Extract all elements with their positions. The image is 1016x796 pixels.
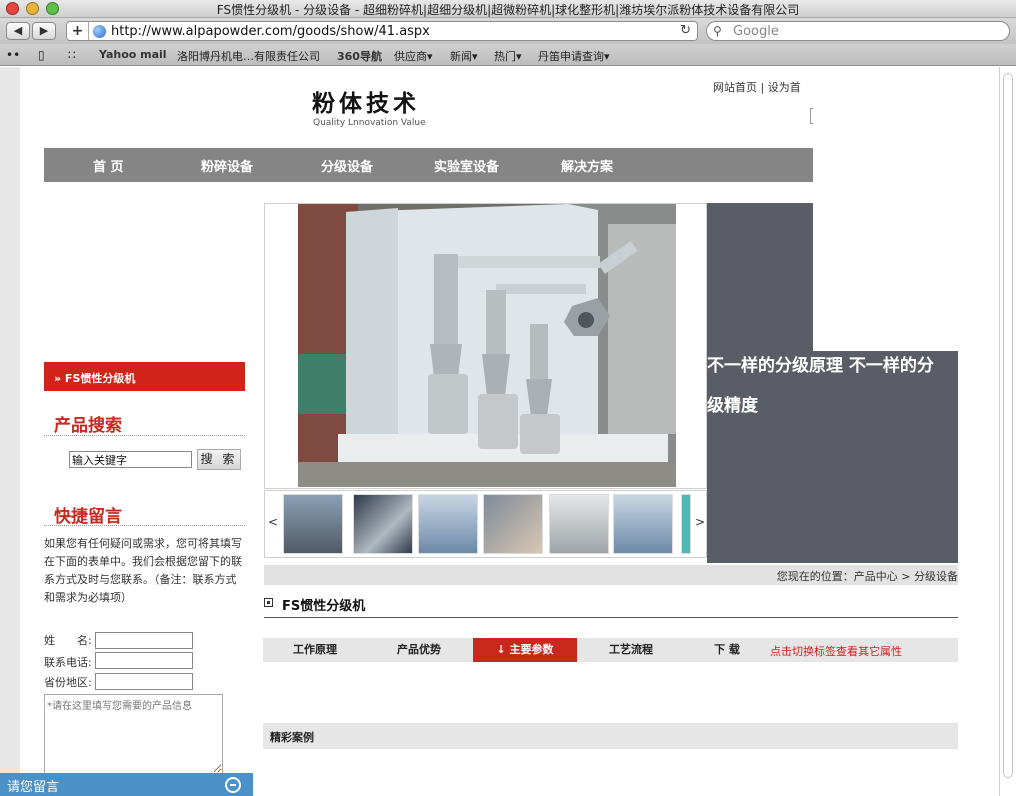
thumbnail-strip: < >: [264, 490, 707, 558]
tab-working-principle[interactable]: 工作原理: [263, 638, 367, 662]
add-bookmark-icon[interactable]: +: [67, 22, 89, 40]
cases-title: 精彩案例: [270, 731, 314, 744]
search-field[interactable]: ⚲ Google: [706, 21, 1010, 41]
name-field[interactable]: [95, 632, 193, 649]
thumbnail[interactable]: [681, 494, 691, 554]
product-search-input[interactable]: [69, 451, 192, 468]
bookmarks-book-icon[interactable]: ▯: [38, 48, 45, 62]
tab-process-flow[interactable]: 工艺流程: [579, 638, 683, 662]
window-title: FS惯性分级机 - 分级设备 - 超细粉碎机|超细分级机|超微粉碎机|球化整形机…: [216, 3, 800, 17]
sidebar-current-product[interactable]: » FS惯性分级机: [44, 362, 245, 391]
forward-icon: ▶: [39, 24, 49, 37]
thumbnail-prev-arrow-icon[interactable]: <: [268, 515, 278, 529]
chat-widget-bar[interactable]: 请您留言: [0, 773, 253, 796]
region-field[interactable]: [95, 673, 193, 690]
url-text[interactable]: http://www.alpapowder.com/goods/show/41.…: [111, 24, 430, 39]
top-links[interactable]: 网站首页 | 设为首: [713, 79, 801, 95]
bookmarks-bar: •• ▯ ∷ Yahoo mail 洛阳博丹机电…有限责任公司 360导航 供应…: [0, 44, 1016, 66]
bookmark-item[interactable]: 洛阳博丹机电…有限责任公司: [177, 48, 320, 64]
search-icon: ⚲: [713, 24, 722, 38]
browser-toolbar: ◀ ▶ + http://www.alpapowder.com/goods/sh…: [0, 18, 1016, 44]
cases-section-header: 精彩案例: [263, 723, 958, 749]
breadcrumb: 您现在的位置：产品中心 > 分级设备: [264, 565, 958, 585]
product-tabs: 工作原理 产品优势 ↓ 主要参数 工艺流程 下 载 点击切换标签查看其它属性: [263, 638, 958, 662]
globe-icon: [93, 25, 106, 38]
nav-item-lab[interactable]: 实验室设备: [434, 156, 499, 175]
search-placeholder: Google: [733, 24, 779, 39]
tab-advantages[interactable]: 产品优势: [367, 638, 471, 662]
breadcrumb-text[interactable]: 您现在的位置：产品中心 > 分级设备: [777, 568, 958, 584]
title-divider: [264, 617, 958, 618]
bookmark-item[interactable]: 360导航: [337, 48, 382, 64]
nav-item-classifying[interactable]: 分级设备: [321, 156, 373, 175]
bookmark-menu[interactable]: 丹笛申请查询▾: [538, 48, 610, 64]
forward-button[interactable]: ▶: [32, 22, 56, 40]
nav-item-home[interactable]: 首 页: [93, 156, 124, 175]
back-icon: ◀: [13, 24, 23, 37]
tab-main-parameters[interactable]: ↓ 主要参数: [473, 638, 577, 662]
message-section-title: 快捷留言: [54, 507, 122, 527]
sidebar-current-product-label: » FS惯性分级机: [54, 372, 136, 385]
message-intro: 如果您有任何疑问或需求，您可将其填写在下面的表单中。我们会根据您留下的联系方式及…: [44, 537, 242, 604]
header-overflow-area: [813, 67, 997, 351]
region-label: 省份地区:: [44, 676, 92, 689]
tab-hint: 点击切换标签查看其它属性: [770, 645, 902, 658]
main-nav: 首 页 粉碎设备 分级设备 实验室设备 解决方案: [44, 148, 813, 182]
thumbnail[interactable]: [283, 494, 343, 554]
bookmark-menu[interactable]: 新闻▾: [450, 48, 478, 64]
bookmark-menu[interactable]: 供应商▾: [394, 48, 433, 64]
banner-slogan: 不一样的分级原理 不一样的分级精度: [707, 356, 934, 416]
scrollbar-thumb[interactable]: [1003, 73, 1013, 778]
thumbnail[interactable]: [613, 494, 673, 554]
thumbnail[interactable]: [353, 494, 413, 554]
thumbnail[interactable]: [549, 494, 609, 554]
site-logo[interactable]: 粉体技术: [312, 84, 420, 118]
bookmark-item[interactable]: Yahoo mail: [99, 48, 167, 61]
page-margin: [0, 67, 20, 796]
product-photo[interactable]: [298, 204, 676, 487]
window-titlebar: FS惯性分级机 - 分级设备 - 超细粉碎机|超细分级机|超微粉碎机|球化整形机…: [0, 0, 1016, 18]
back-button[interactable]: ◀: [6, 22, 30, 40]
bullet-icon: [264, 598, 273, 607]
nav-item-crushing[interactable]: 粉碎设备: [201, 156, 253, 175]
bookmark-menu[interactable]: 热门▾: [494, 48, 522, 64]
message-textarea[interactable]: [44, 694, 223, 774]
minimize-icon[interactable]: [225, 777, 241, 793]
thumbnail-next-arrow-icon[interactable]: >: [695, 515, 705, 529]
top-sites-grid-icon[interactable]: ∷: [68, 48, 76, 62]
tab-download[interactable]: 下 载: [675, 638, 779, 662]
thumbnail[interactable]: [418, 494, 478, 554]
name-label: 姓 名:: [44, 634, 92, 647]
address-bar[interactable]: + http://www.alpapowder.com/goods/show/4…: [66, 21, 698, 41]
search-section-title: 产品搜索: [54, 416, 122, 436]
product-search-button[interactable]: 搜 索: [197, 449, 241, 470]
logo-tagline: Quality Lnnovation Value: [313, 118, 426, 128]
reload-icon[interactable]: ↻: [680, 23, 691, 38]
product-title: FS惯性分级机: [282, 599, 366, 614]
divider: [44, 435, 245, 436]
phone-field[interactable]: [95, 652, 193, 669]
phone-label: 联系电话:: [44, 656, 92, 669]
divider: [44, 525, 245, 526]
reading-glasses-icon[interactable]: ••: [6, 48, 20, 62]
thumbnail[interactable]: [483, 494, 543, 554]
nav-item-solutions[interactable]: 解决方案: [561, 156, 613, 175]
chat-label: 请您留言: [7, 780, 60, 795]
